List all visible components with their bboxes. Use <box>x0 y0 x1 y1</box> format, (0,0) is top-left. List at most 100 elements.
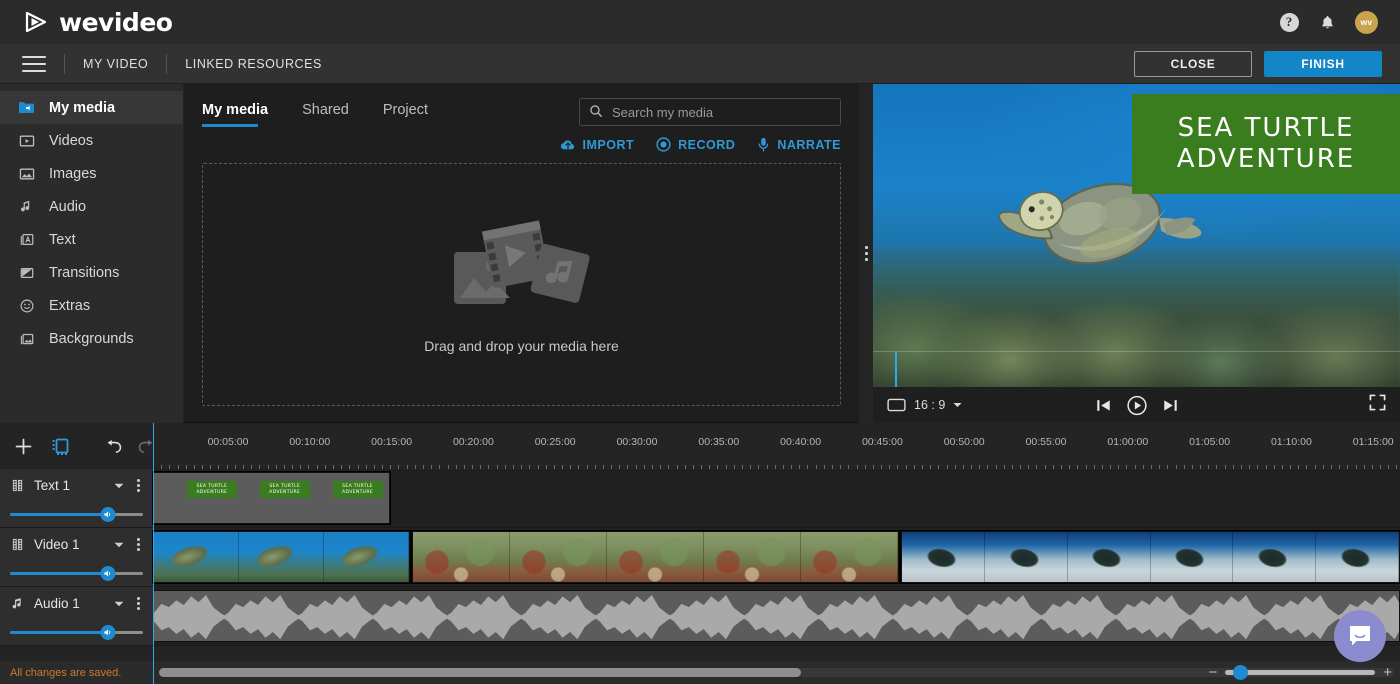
track-text-1: Text 1 SEA TURTLE ADVENTURE SEA TURTLE A… <box>0 469 1400 528</box>
skip-previous-icon[interactable] <box>1095 398 1111 413</box>
track-options-menu[interactable] <box>134 537 143 551</box>
preview-scrub-track[interactable] <box>873 351 1400 352</box>
close-button[interactable]: CLOSE <box>1134 50 1252 77</box>
clip-video-3[interactable] <box>900 530 1400 584</box>
finish-button[interactable]: FINISH <box>1264 50 1382 77</box>
duplicate-frame-button[interactable] <box>51 436 71 456</box>
zoom-in-button[interactable]: + <box>1383 665 1392 680</box>
thumbnail-strip <box>154 532 409 582</box>
timeline-playhead[interactable] <box>153 423 154 684</box>
play-circle-icon[interactable] <box>1126 395 1147 416</box>
music-note-icon <box>18 198 35 215</box>
nav-linked-resources[interactable]: LINKED RESOURCES <box>185 57 322 71</box>
volume-knob[interactable] <box>100 566 116 581</box>
track-header[interactable]: Audio 1 <box>0 587 153 645</box>
track-options-menu[interactable] <box>134 478 143 492</box>
track-volume-slider[interactable] <box>10 566 143 581</box>
chevron-down-icon[interactable] <box>114 594 124 612</box>
help-button[interactable]: ? <box>1279 12 1299 32</box>
aspect-ratio-value: 16 : 9 <box>914 398 946 412</box>
ruler-label: 00:35:00 <box>698 436 740 448</box>
hamburger-menu-icon[interactable] <box>22 55 46 72</box>
clip-video-2[interactable] <box>411 530 900 584</box>
scrollbar-thumb[interactable] <box>159 668 802 677</box>
zoom-slider-knob[interactable] <box>1232 665 1248 680</box>
volume-knob[interactable] <box>100 625 116 640</box>
video-stage[interactable]: SEA TURTLE ADVENTURE <box>873 84 1400 387</box>
sidebar-item-label: Videos <box>49 132 94 149</box>
chevron-down-icon[interactable] <box>114 476 124 494</box>
track-body[interactable]: SEA TURTLE ADVENTURE SEA TURTLE ADVENTUR… <box>152 469 1400 527</box>
notifications-button[interactable] <box>1317 12 1337 32</box>
timeline-tracks: Text 1 SEA TURTLE ADVENTURE SEA TURTLE A… <box>0 423 1400 684</box>
fullscreen-button[interactable] <box>1369 394 1386 416</box>
track-body[interactable] <box>153 587 1400 645</box>
screen-icon <box>887 398 906 412</box>
ruler-ticks <box>153 457 1400 469</box>
sidebar-item-transitions[interactable]: Transitions <box>0 256 183 289</box>
sidebar-item-my-media[interactable]: My media <box>0 91 183 124</box>
add-track-button[interactable] <box>14 437 33 456</box>
panel-drag-handle[interactable] <box>859 84 873 423</box>
timeline-ruler[interactable]: 00:05:00 00:10:00 00:15:00 00:20:00 00:25:00… <box>153 423 1400 469</box>
thumbnail <box>323 532 409 582</box>
ruler-label: 00:10:00 <box>289 436 331 448</box>
top-bar-actions: ? wv <box>1279 10 1384 34</box>
clip-text-title[interactable]: SEA TURTLE ADVENTURE SEA TURTLE ADVENTUR… <box>152 471 391 525</box>
search-wrapper <box>579 98 841 126</box>
undo-button[interactable] <box>103 438 123 454</box>
chevron-down-icon[interactable] <box>114 535 124 553</box>
zoom-out-button[interactable]: − <box>1208 665 1217 680</box>
brand-logo-group[interactable]: wevideo <box>16 8 173 37</box>
narrate-button[interactable]: NARRATE <box>757 137 841 152</box>
track-header[interactable]: Video 1 <box>0 528 153 586</box>
nav-my-video[interactable]: MY VIDEO <box>83 57 148 71</box>
skip-next-icon[interactable] <box>1162 398 1178 413</box>
volume-fill <box>10 572 109 575</box>
aspect-ratio-selector[interactable]: 16 : 9 <box>887 398 962 412</box>
tab-project[interactable]: Project <box>383 98 440 127</box>
notification-bell-icon <box>1321 15 1333 28</box>
thumbnail <box>238 532 324 582</box>
media-dropzone[interactable]: Drag and drop your media here <box>202 163 841 406</box>
sidebar-item-label: Audio <box>49 198 87 215</box>
backgrounds-icon <box>18 330 35 347</box>
avatar[interactable]: wv <box>1355 10 1378 34</box>
music-note-icon <box>10 596 24 610</box>
sidebar-item-images[interactable]: Images <box>0 157 183 190</box>
save-status-message: All changes are saved. <box>10 666 122 679</box>
track-header-row: Text 1 <box>10 476 143 494</box>
track-audio-1: Audio 1 <box>0 587 1400 646</box>
track-volume-slider[interactable] <box>10 625 143 640</box>
title-line-1: SEA TURTLE <box>1177 113 1355 144</box>
sidebar-item-extras[interactable]: Extras <box>0 289 183 322</box>
intercom-chat-button[interactable] <box>1334 610 1386 662</box>
clip-audio-1[interactable] <box>153 590 1400 642</box>
track-body[interactable] <box>152 528 1400 586</box>
clip-video-1[interactable] <box>152 530 411 584</box>
thumbnail <box>984 532 1068 582</box>
track-header-row: Audio 1 <box>10 594 143 612</box>
track-volume-slider[interactable] <box>10 507 143 522</box>
track-header[interactable]: Text 1 <box>0 469 153 527</box>
search-input[interactable] <box>579 98 841 126</box>
thumbnail <box>1150 532 1234 582</box>
record-button[interactable]: RECORD <box>656 137 735 152</box>
thumbnail <box>1316 532 1399 582</box>
undo-arrow-icon <box>107 439 122 453</box>
preview-playhead[interactable] <box>895 351 897 387</box>
sidebar-item-backgrounds[interactable]: Backgrounds <box>0 322 183 355</box>
volume-knob[interactable] <box>100 507 116 522</box>
sidebar-item-videos[interactable]: Videos <box>0 124 183 157</box>
zoom-slider-track[interactable] <box>1225 665 1376 680</box>
ruler-label: 01:05:00 <box>1189 436 1231 448</box>
timeline: 00:05:00 00:10:00 00:15:00 00:20:00 00:25:00… <box>0 423 1400 684</box>
editor-middle: My media Videos Images Audio Text Transi… <box>0 84 1400 423</box>
import-button[interactable]: IMPORT <box>560 138 635 152</box>
sidebar-item-text[interactable]: Text <box>0 223 183 256</box>
horizontal-scrollbar[interactable]: − + <box>153 661 1400 684</box>
tab-my-media[interactable]: My media <box>202 98 280 127</box>
track-options-menu[interactable] <box>134 596 143 610</box>
tab-shared[interactable]: Shared <box>302 98 361 127</box>
sidebar-item-audio[interactable]: Audio <box>0 190 183 223</box>
